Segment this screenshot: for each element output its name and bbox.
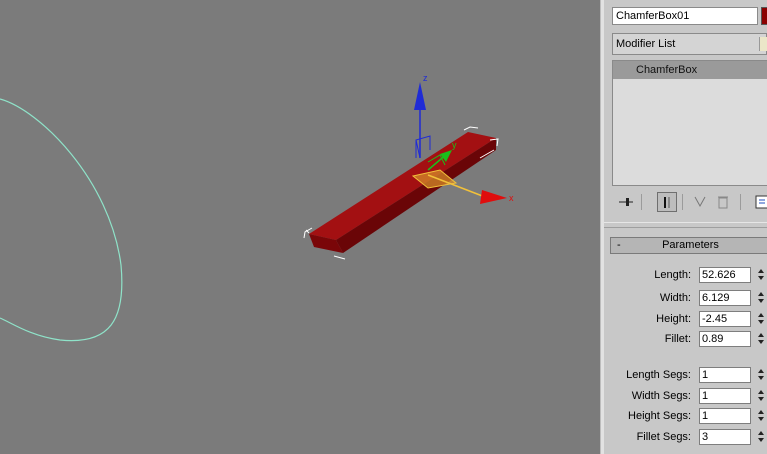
length-spinner[interactable] (756, 267, 765, 283)
height-spinner[interactable] (756, 311, 765, 327)
collapse-icon[interactable]: - (617, 238, 621, 253)
length-segs-input[interactable]: 1 (699, 367, 751, 383)
x-axis-label: x (509, 193, 514, 203)
fillet-input[interactable]: 0.89 (699, 331, 751, 347)
height-label: Height: (656, 313, 691, 325)
fillet-segs-input[interactable]: 3 (699, 429, 751, 445)
fillet-spinner[interactable] (756, 331, 765, 347)
chevron-down-icon[interactable] (759, 37, 767, 51)
length-input[interactable]: 52.626 (699, 267, 751, 283)
show-end-result-icon[interactable] (657, 192, 677, 212)
width-segs-label: Width Segs: (631, 390, 691, 402)
length-segs-label: Length Segs: (626, 369, 691, 381)
width-segs-input[interactable]: 1 (699, 388, 751, 404)
chamfer-box-object (303, 126, 499, 260)
spline-shape (0, 98, 123, 342)
width-spinner[interactable] (756, 290, 765, 306)
stack-item-chamferbox[interactable]: ChamferBox (613, 61, 767, 79)
z-axis-label: z (423, 73, 428, 83)
viewport-scene: z y x (0, 73, 514, 342)
length-segs-spinner[interactable] (756, 367, 765, 383)
width-input[interactable]: 6.129 (699, 290, 751, 306)
remove-modifier-icon[interactable] (713, 192, 733, 212)
length-label: Length: (654, 269, 691, 281)
height-segs-label: Height Segs: (628, 410, 691, 422)
fillet-label: Fillet: (664, 333, 691, 345)
parameters-rollout-header[interactable]: - Parameters (610, 237, 767, 254)
stack-toolbar (612, 190, 767, 216)
make-unique-icon[interactable] (690, 192, 710, 212)
configure-sets-icon[interactable] (752, 192, 767, 212)
modifier-stack[interactable]: ChamferBox (612, 60, 767, 186)
y-axis-label: y (452, 140, 457, 150)
modify-command-panel: ChamferBox01 Modifier List ChamferBox - (604, 0, 767, 454)
fillet-segs-spinner[interactable] (756, 429, 765, 445)
parameters-rollout: - Parameters Length: 52.626 Width: 6.129… (610, 237, 767, 454)
panel-horizontal-splitter[interactable] (604, 222, 767, 228)
width-label: Width: (659, 292, 691, 304)
fillet-segs-label: Fillet Segs: (636, 431, 691, 443)
width-segs-spinner[interactable] (756, 388, 765, 404)
object-name-field[interactable]: ChamferBox01 (612, 7, 758, 25)
pin-stack-icon[interactable] (616, 192, 636, 212)
object-color-swatch[interactable] (761, 7, 767, 25)
modifier-list-dropdown[interactable]: Modifier List (612, 33, 767, 55)
parameters-title: Parameters (662, 239, 719, 251)
height-segs-spinner[interactable] (756, 408, 765, 424)
height-segs-input[interactable]: 1 (699, 408, 751, 424)
height-input[interactable]: -2.45 (699, 311, 751, 327)
modifier-list-label: Modifier List (616, 38, 676, 50)
perspective-viewport[interactable]: z y x (0, 0, 600, 454)
